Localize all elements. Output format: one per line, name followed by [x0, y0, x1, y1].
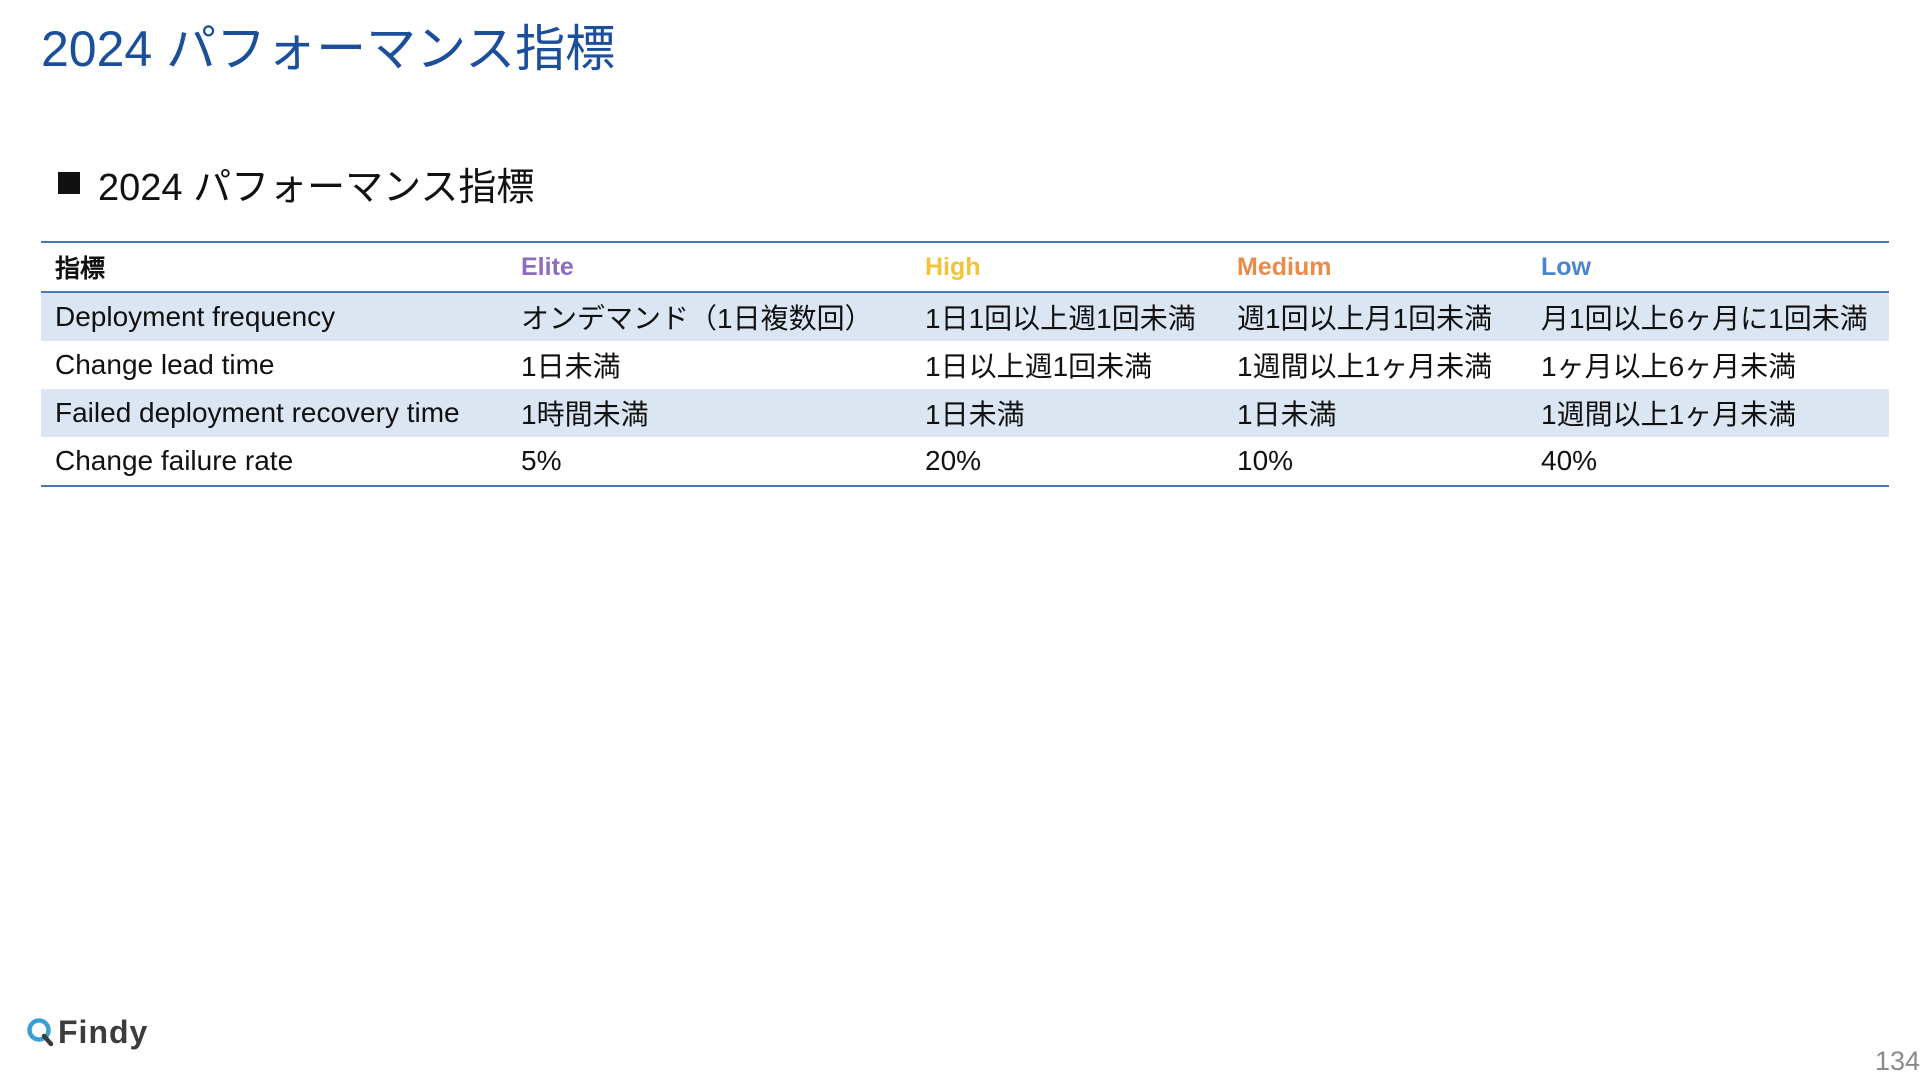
page-number: 134 [1874, 1046, 1920, 1076]
table-cell: 1日未満 [1223, 389, 1527, 437]
table-cell: 1時間未満 [507, 389, 911, 437]
header-medium: Medium [1237, 252, 1332, 281]
table-cell: 週1回以上月1回未満 [1223, 292, 1527, 341]
table-cell: Failed deployment recovery time [41, 389, 507, 437]
table-cell: 月1回以上6ヶ月に1回未満 [1527, 292, 1889, 341]
header-high: High [925, 252, 981, 281]
table-row: Failed deployment recovery time 1時間未満 1日… [41, 389, 1889, 437]
header-low: Low [1541, 252, 1591, 281]
table-header-row: 指標 Elite High Medium Low [41, 242, 1889, 292]
table-row: Change failure rate 5% 20% 10% 40% [41, 437, 1889, 486]
table-row: Deployment frequency オンデマンド（1日複数回） 1日1回以… [41, 292, 1889, 341]
table-cell: 1週間以上1ヶ月未満 [1237, 351, 1493, 382]
logo-text: Findy [58, 1013, 149, 1050]
metrics-table: 指標 Elite High Medium Low Deployment freq… [41, 241, 1889, 487]
table-cell: 5% [521, 445, 562, 476]
section-heading: 2024 パフォーマンス指標 [58, 155, 534, 211]
slide: 2024 パフォーマンス指標 2024 パフォーマンス指標 指標 Elite H… [0, 0, 1920, 1080]
header-elite: Elite [521, 252, 574, 281]
findy-logo-icon [27, 1018, 54, 1047]
metrics-table-container: 指標 Elite High Medium Low Deployment freq… [41, 241, 1889, 487]
section-heading-text: 2024 パフォーマンス指標 [98, 166, 535, 209]
table-cell: 1日未満 [521, 351, 621, 382]
table-cell: Change lead time [55, 349, 275, 380]
slide-title: 2024 パフォーマンス指標 [41, 21, 616, 77]
table-row: Change lead time 1日未満 1日以上週1回未満 1週間以上1ヶ月… [41, 341, 1889, 389]
table-cell: 20% [925, 445, 982, 476]
table-cell: 1日未満 [911, 389, 1223, 437]
table-cell: 1週間以上1ヶ月未満 [1527, 389, 1889, 437]
table-cell: 10% [1237, 445, 1294, 476]
table-cell: 40% [1541, 445, 1598, 476]
square-bullet-icon [58, 172, 80, 194]
table-cell: オンデマンド（1日複数回） [507, 292, 911, 341]
table-cell: Change failure rate [55, 445, 294, 476]
table-cell: 1日以上週1回未満 [925, 351, 1153, 382]
findy-logo: Findy [26, 1014, 148, 1050]
header-metric: 指標 [55, 255, 106, 283]
table-cell: 1ヶ月以上6ヶ月未満 [1541, 351, 1797, 382]
table-cell: 1日1回以上週1回未満 [911, 292, 1223, 341]
table-cell: Deployment frequency [41, 292, 507, 341]
